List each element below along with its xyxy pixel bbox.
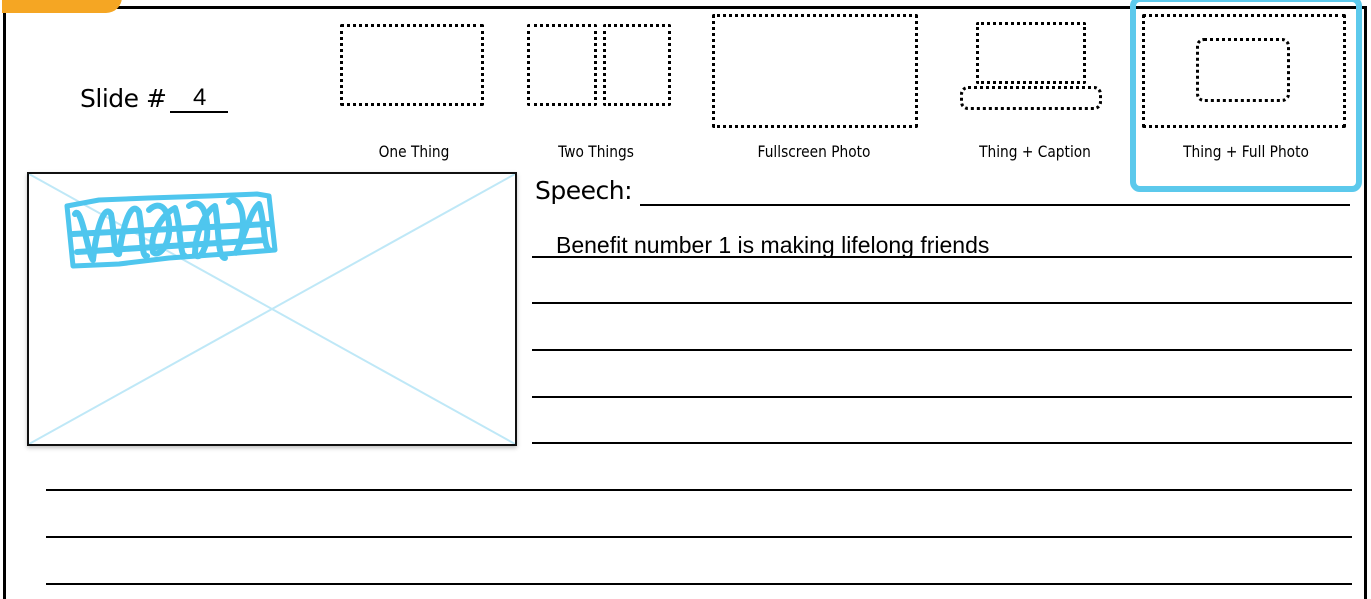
speech-rule-2 (532, 302, 1352, 304)
one-thing-icon (340, 24, 484, 106)
speech-title-line (640, 204, 1350, 206)
selected-layout-highlight (1130, 0, 1362, 192)
speech-label: Speech: (535, 176, 633, 205)
two-things-icon-left (527, 24, 597, 106)
speech-rule-5 (532, 442, 1352, 444)
layout-label-two-things: Two Things (558, 142, 634, 161)
layout-label-one-thing: One Thing (378, 142, 450, 161)
photo-placeholder[interactable] (27, 172, 517, 446)
layout-label-thing-caption: Thing + Caption (979, 142, 1091, 161)
speech-rule-4 (532, 396, 1352, 398)
layout-label-fullscreen-photo: Fullscreen Photo (757, 142, 871, 161)
notes-rule-3 (46, 583, 1352, 585)
slide-label-text: Slide # (80, 84, 167, 113)
fullscreen-photo-icon (712, 14, 918, 128)
scribble-drawing (64, 191, 278, 269)
photo-placeholder-cross (29, 174, 515, 444)
notes-rule-2 (46, 536, 1352, 538)
speech-text-line-1[interactable]: Benefit number 1 is making lifelong frie… (556, 232, 989, 259)
corner-tab (2, 0, 122, 13)
thing-caption-icon-thing (976, 22, 1086, 84)
speech-rule-3 (532, 349, 1352, 351)
two-things-icon-right (603, 24, 671, 106)
notes-rule-1 (46, 489, 1352, 491)
slide-number-value[interactable]: 4 (170, 86, 229, 113)
thing-caption-icon-caption (960, 86, 1102, 110)
speech-rule-1 (532, 256, 1352, 258)
slide-number-field: Slide # 4 (80, 84, 229, 113)
